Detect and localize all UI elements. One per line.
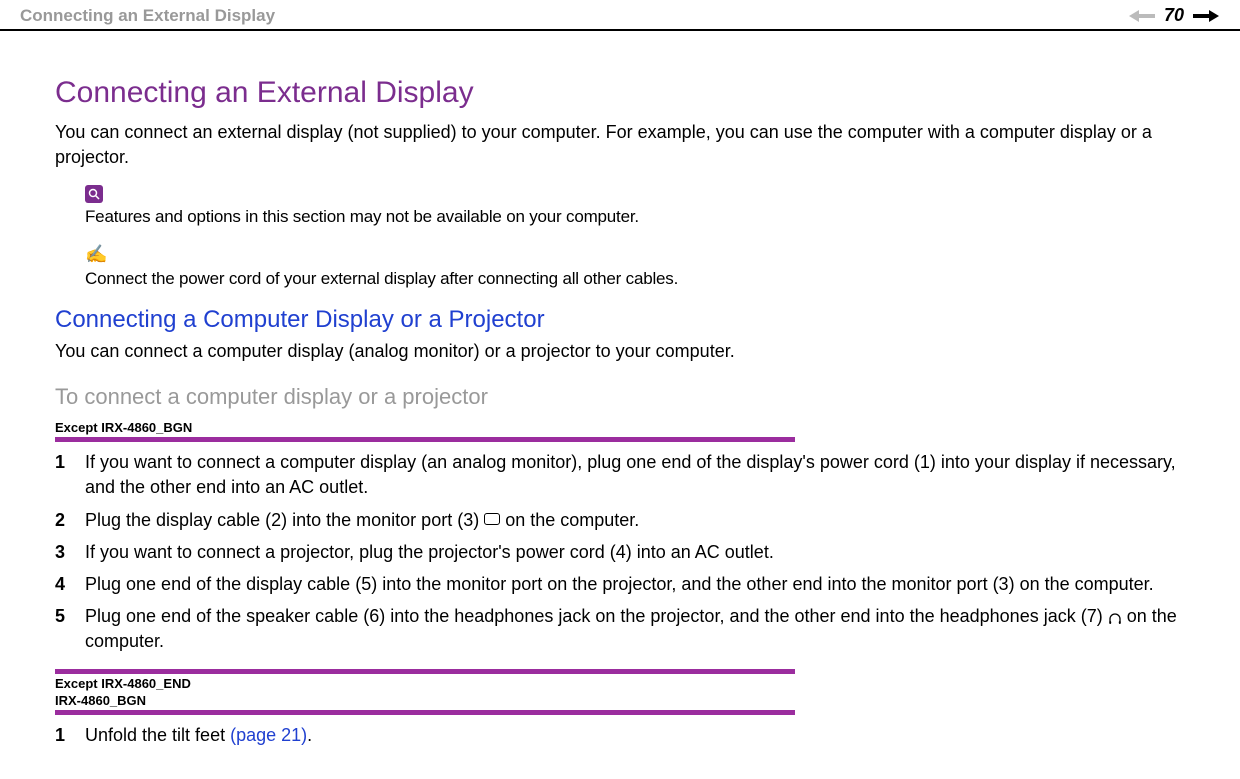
step-number: 2: [55, 508, 85, 533]
purple-divider: [55, 710, 795, 715]
step-list-1: 1 If you want to connect a computer disp…: [55, 450, 1185, 654]
purple-divider: [55, 437, 795, 442]
procedure-heading: To connect a computer display or a proje…: [55, 384, 1185, 410]
step-number: 5: [55, 604, 85, 654]
step-text: Unfold the tilt feet (page 21).: [85, 723, 1185, 748]
model-label-2a: Except IRX-4860_END: [55, 676, 1185, 691]
list-item: 4 Plug one end of the display cable (5) …: [55, 572, 1185, 597]
note-availability: Features and options in this section may…: [85, 205, 1185, 229]
step-text-post: .: [307, 725, 312, 745]
headphones-icon: [1108, 608, 1122, 622]
step-number: 1: [55, 723, 85, 748]
page-heading: Connecting an External Display: [55, 76, 1185, 110]
step-number: 3: [55, 540, 85, 565]
purple-divider: [55, 669, 795, 674]
prev-page-button[interactable]: [1128, 6, 1156, 26]
note-power-cord: Connect the power cord of your external …: [85, 267, 1185, 291]
list-item: 1 If you want to connect a computer disp…: [55, 450, 1185, 500]
step-text-pre: Unfold the tilt feet: [85, 725, 230, 745]
step-number: 4: [55, 572, 85, 597]
step-text: If you want to connect a computer displa…: [85, 450, 1185, 500]
breadcrumb-title: Connecting an External Display: [20, 6, 275, 26]
step-text: If you want to connect a projector, plug…: [85, 540, 1185, 565]
model-label-2b: IRX-4860_BGN: [55, 693, 1185, 708]
step-text: Plug one end of the speaker cable (6) in…: [85, 604, 1185, 654]
model-label-1: Except IRX-4860_BGN: [55, 420, 1185, 435]
section-heading: Connecting a Computer Display or a Proje…: [55, 306, 1185, 334]
step-list-2: 1 Unfold the tilt feet (page 21).: [55, 723, 1185, 748]
arrow-left-icon: [1129, 9, 1155, 23]
section-intro: You can connect a computer display (anal…: [55, 339, 1185, 364]
step-text: Plug the display cable (2) into the moni…: [85, 508, 1185, 533]
step-text: Plug one end of the display cable (5) in…: [85, 572, 1185, 597]
intro-paragraph: You can connect an external display (not…: [55, 120, 1185, 170]
page-link[interactable]: (page 21): [230, 725, 307, 745]
monitor-port-icon: [484, 513, 500, 525]
list-item: 1 Unfold the tilt feet (page 21).: [55, 723, 1185, 748]
pencil-icon: ✍: [85, 244, 1185, 265]
list-item: 2 Plug the display cable (2) into the mo…: [55, 508, 1185, 533]
info-icon: [85, 185, 103, 203]
step-number: 1: [55, 450, 85, 500]
list-item: 3 If you want to connect a projector, pl…: [55, 540, 1185, 565]
page-number: 70: [1164, 5, 1184, 26]
next-page-button[interactable]: [1192, 6, 1220, 26]
list-item: 5 Plug one end of the speaker cable (6) …: [55, 604, 1185, 654]
arrow-right-icon: [1193, 9, 1219, 23]
